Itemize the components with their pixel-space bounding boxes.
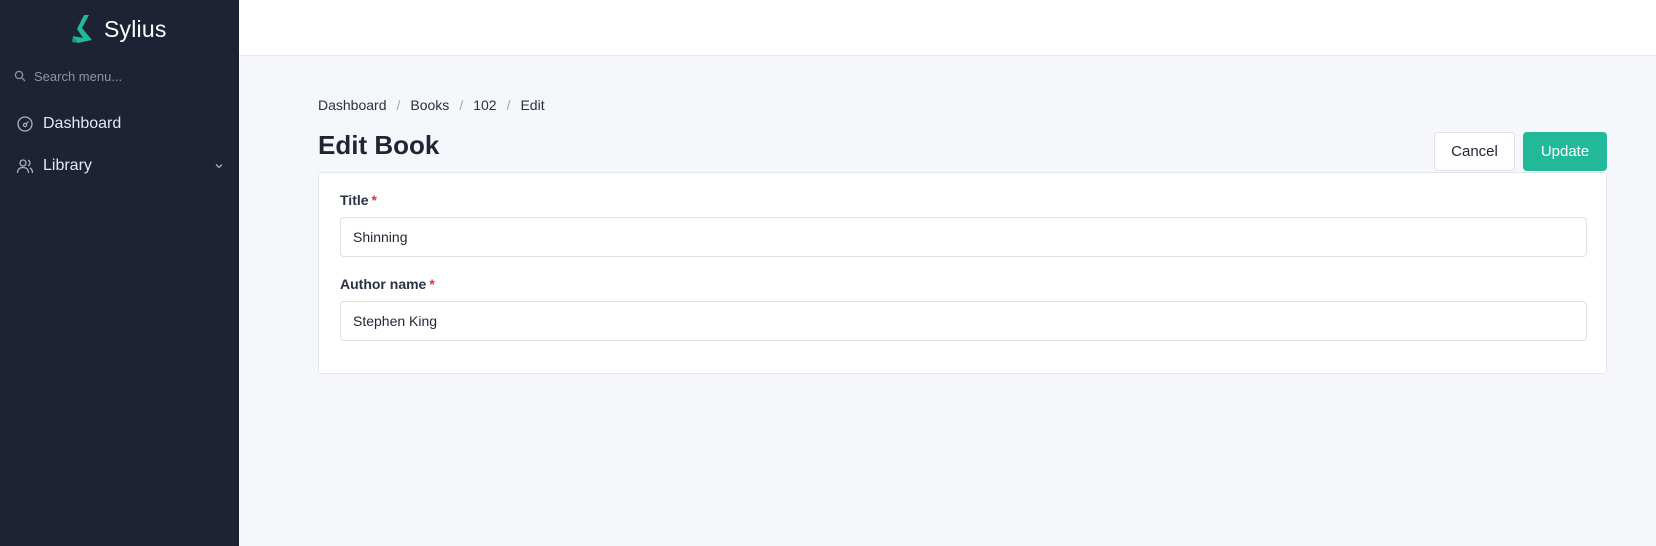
search-icon: [14, 70, 26, 82]
breadcrumb-books[interactable]: Books: [410, 97, 449, 113]
sylius-logo-icon: [72, 15, 92, 43]
author-name-label: Author name *: [340, 276, 435, 292]
breadcrumb-dashboard[interactable]: Dashboard: [318, 97, 387, 113]
update-button[interactable]: Update: [1523, 132, 1607, 171]
breadcrumb-separator: /: [459, 97, 464, 113]
sidebar: Sylius Dashboard Library: [0, 0, 239, 546]
users-icon: [16, 157, 34, 175]
dashboard-gauge-icon: [16, 115, 34, 133]
title-label-text: Title: [340, 192, 369, 208]
brand-name: Sylius: [104, 15, 167, 42]
required-marker: *: [371, 192, 377, 208]
author-name-label-text: Author name: [340, 276, 427, 292]
top-bar: [239, 0, 1656, 56]
required-marker: *: [429, 276, 435, 292]
cancel-button[interactable]: Cancel: [1434, 132, 1515, 171]
breadcrumb-separator: /: [396, 97, 401, 113]
book-form-card: Title* Author name*: [318, 172, 1607, 374]
menu-search-input[interactable]: [34, 68, 214, 84]
author-name-field[interactable]: [340, 301, 1587, 341]
sidebar-item-label: Library: [43, 157, 92, 174]
title-label: Title *: [340, 192, 377, 208]
sidebar-item-dashboard[interactable]: Dashboard: [0, 108, 239, 140]
breadcrumb: Dashboard / Books / 102 / Edit: [318, 97, 545, 113]
page-title: Edit Book: [318, 130, 440, 160]
brand-logo[interactable]: Sylius: [70, 13, 167, 45]
chevron-down-icon[interactable]: [213, 160, 225, 172]
breadcrumb-current: Edit: [520, 97, 545, 113]
breadcrumb-separator: /: [506, 97, 511, 113]
menu-search[interactable]: [14, 64, 226, 88]
sidebar-item-label: Dashboard: [43, 115, 122, 132]
sidebar-item-library[interactable]: Library: [0, 150, 239, 182]
title-field[interactable]: [340, 217, 1587, 257]
breadcrumb-book-id[interactable]: 102: [473, 97, 496, 113]
